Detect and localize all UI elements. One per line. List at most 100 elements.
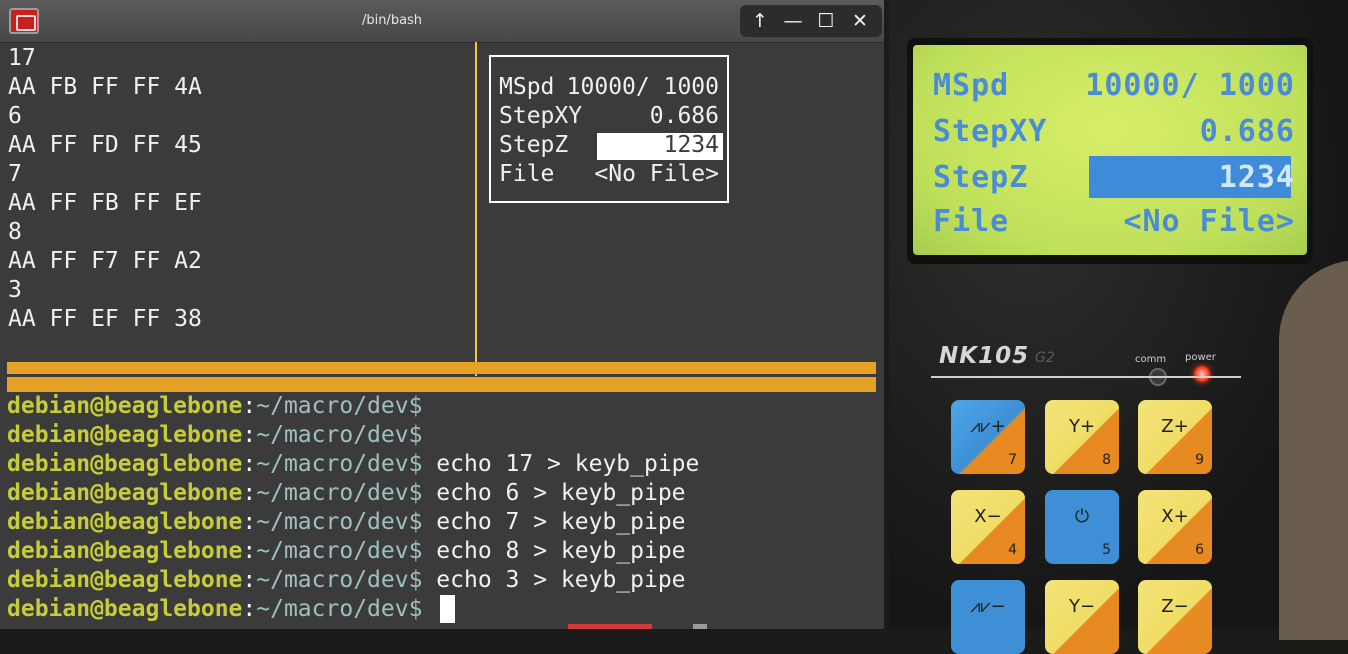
- prompt-command: echo 3 > keyb_pipe: [422, 567, 686, 593]
- prompt-line: debian@beaglebone:~/macro/dev$: [7, 421, 422, 450]
- key-z-minus: Z−: [1138, 580, 1212, 654]
- prompt-colon: :: [242, 596, 257, 622]
- output-line: AA FF EF FF 38: [8, 306, 202, 332]
- prompt-colon: :: [242, 509, 257, 535]
- keypad-border-line: [931, 376, 1241, 378]
- minimize-button[interactable]: —: [777, 5, 809, 37]
- lcd-value-stepz: 1234: [663, 132, 719, 158]
- prompt-user: debian@beaglebone: [7, 422, 243, 448]
- key-label: Y−: [1068, 596, 1096, 617]
- output-line: 6: [8, 103, 22, 129]
- prompt-line: debian@beaglebone:~/macro/dev$ echo 17 >…: [7, 450, 699, 479]
- output-line: 3: [8, 277, 22, 303]
- output-pane[interactable]: 17 AA FB FF FF 4A 6 AA FF FD FF 45 7 AA …: [0, 42, 474, 362]
- prompt-path: ~/macro/dev$: [256, 393, 423, 419]
- key-number: 4: [1008, 542, 1017, 558]
- prompt-command: echo 17 > keyb_pipe: [422, 451, 700, 477]
- output-line: 7: [8, 161, 22, 187]
- key-x-minus: X− 4: [951, 490, 1025, 564]
- key-label: Z+: [1161, 416, 1189, 437]
- key-number: 8: [1102, 452, 1111, 468]
- taskbar-indicator-gray: [693, 624, 707, 629]
- key-spindle: ⏻ 5: [1045, 490, 1119, 564]
- key-label: X−: [974, 506, 1002, 527]
- output-line: AA FF F7 FF A2: [8, 248, 202, 274]
- key-number: 9: [1195, 452, 1204, 468]
- lcd-label-mspd: MSpd: [499, 74, 555, 100]
- prompt-line: debian@beaglebone:~/macro/dev$ echo 3 > …: [7, 566, 686, 595]
- title-bar[interactable]: /bin/bash ↑ — ☐ ✕: [0, 0, 884, 43]
- key-rotate-minus: ⩘⩗−: [951, 580, 1025, 654]
- prompt-line: debian@beaglebone:~/macro/dev$ echo 7 > …: [7, 508, 686, 537]
- key-z-plus: Z+ 9: [1138, 400, 1212, 474]
- prompt-path: ~/macro/dev$: [256, 422, 423, 448]
- prompt-path: ~/macro/dev$: [256, 509, 423, 535]
- maximize-button[interactable]: ☐: [810, 5, 842, 37]
- prompt-user: debian@beaglebone: [7, 393, 243, 419]
- wood-background: [1279, 260, 1348, 640]
- device-photo: MSpd 10000/ 1000 StepXY 0.686 StepZ 1234…: [889, 0, 1348, 654]
- prompt-command: echo 7 > keyb_pipe: [422, 509, 686, 535]
- prompt-command: echo 8 > keyb_pipe: [422, 538, 686, 564]
- device-lcd-label-stepz: StepZ: [933, 160, 1029, 195]
- output-line: 17: [8, 45, 36, 71]
- prompt-colon: :: [242, 422, 257, 448]
- device-lcd-label-mspd: MSpd: [933, 68, 1010, 103]
- prompt-line: debian@beaglebone:~/macro/dev$ echo 8 > …: [7, 537, 686, 566]
- prompt-path: ~/macro/dev$: [256, 567, 423, 593]
- prompt-user: debian@beaglebone: [7, 451, 243, 477]
- device-lcd-value-stepz: 1234: [1218, 160, 1295, 195]
- device-lcd-value-mspd: 10000/ 1000: [1085, 68, 1295, 103]
- device-lcd-value-stepxy: 0.686: [1199, 114, 1295, 149]
- output-line: AA FF FB FF EF: [8, 190, 202, 216]
- prompt-path: ~/macro/dev$: [256, 480, 423, 506]
- terminal-window: /bin/bash ↑ — ☐ ✕ 17 AA FB FF FF 4A 6 AA…: [0, 0, 884, 629]
- pane-divider[interactable]: [475, 42, 477, 376]
- prompt-path: ~/macro/dev$: [256, 596, 423, 622]
- prompt-user: debian@beaglebone: [7, 596, 243, 622]
- output-line: AA FF FD FF 45: [8, 132, 202, 158]
- taskbar-indicator-red: [568, 624, 652, 629]
- power-led-icon: [1194, 366, 1210, 382]
- key-rotate-plus: ⩘⩗+ 7: [951, 400, 1025, 474]
- prompt-colon: :: [242, 393, 257, 419]
- prompt-line: debian@beaglebone:~/macro/dev$: [7, 392, 422, 421]
- lcd-label-stepxy: StepXY: [499, 103, 583, 129]
- lcd-value-stepxy: 0.686: [649, 103, 719, 129]
- tmux-status-bar-lower: [7, 377, 876, 392]
- brand-logo: NK105: [939, 343, 1030, 369]
- output-line: 8: [8, 219, 22, 245]
- device-lcd-screen: MSpd 10000/ 1000 StepXY 0.686 StepZ 1234…: [913, 45, 1307, 255]
- key-number: 7: [1008, 452, 1017, 468]
- lcd-value-mspd: 10000/ 1000: [566, 74, 719, 100]
- prompt-colon: :: [242, 480, 257, 506]
- key-label: X+: [1161, 506, 1189, 527]
- close-button[interactable]: ✕: [844, 5, 876, 37]
- prompt-path: ~/macro/dev$: [256, 538, 423, 564]
- prompt-user: debian@beaglebone: [7, 509, 243, 535]
- text-cursor: [440, 595, 455, 623]
- prompt-colon: :: [242, 567, 257, 593]
- prompt-line: debian@beaglebone:~/macro/dev$ echo 6 > …: [7, 479, 686, 508]
- key-label: Z−: [1161, 596, 1189, 617]
- lcd-label-file: File: [499, 161, 555, 187]
- comm-label: comm: [1135, 354, 1167, 365]
- brand-model-suffix: G2: [1035, 350, 1055, 366]
- key-label: ⩘⩗+: [970, 416, 1006, 437]
- key-label: Y+: [1068, 416, 1096, 437]
- output-line: AA FB FF FF 4A: [8, 74, 202, 100]
- prompt-path: ~/macro/dev$: [256, 451, 423, 477]
- key-y-plus: Y+ 8: [1045, 400, 1119, 474]
- prompt-colon: :: [242, 538, 257, 564]
- lcd-simulation: MSpd 10000/ 1000 StepXY 0.686 StepZ 1234…: [489, 55, 729, 203]
- terminal-app-icon[interactable]: [9, 8, 39, 34]
- lcd-label-stepz: StepZ: [499, 132, 569, 158]
- device-lcd-label-stepxy: StepXY: [933, 114, 1048, 149]
- prompt-line: debian@beaglebone:~/macro/dev$: [7, 595, 436, 624]
- key-label: ⏻: [1074, 506, 1090, 527]
- always-on-top-button[interactable]: ↑: [744, 5, 776, 37]
- prompt-command: [422, 596, 436, 622]
- key-number: 6: [1195, 542, 1204, 558]
- prompt-user: debian@beaglebone: [7, 480, 243, 506]
- prompt-user: debian@beaglebone: [7, 567, 243, 593]
